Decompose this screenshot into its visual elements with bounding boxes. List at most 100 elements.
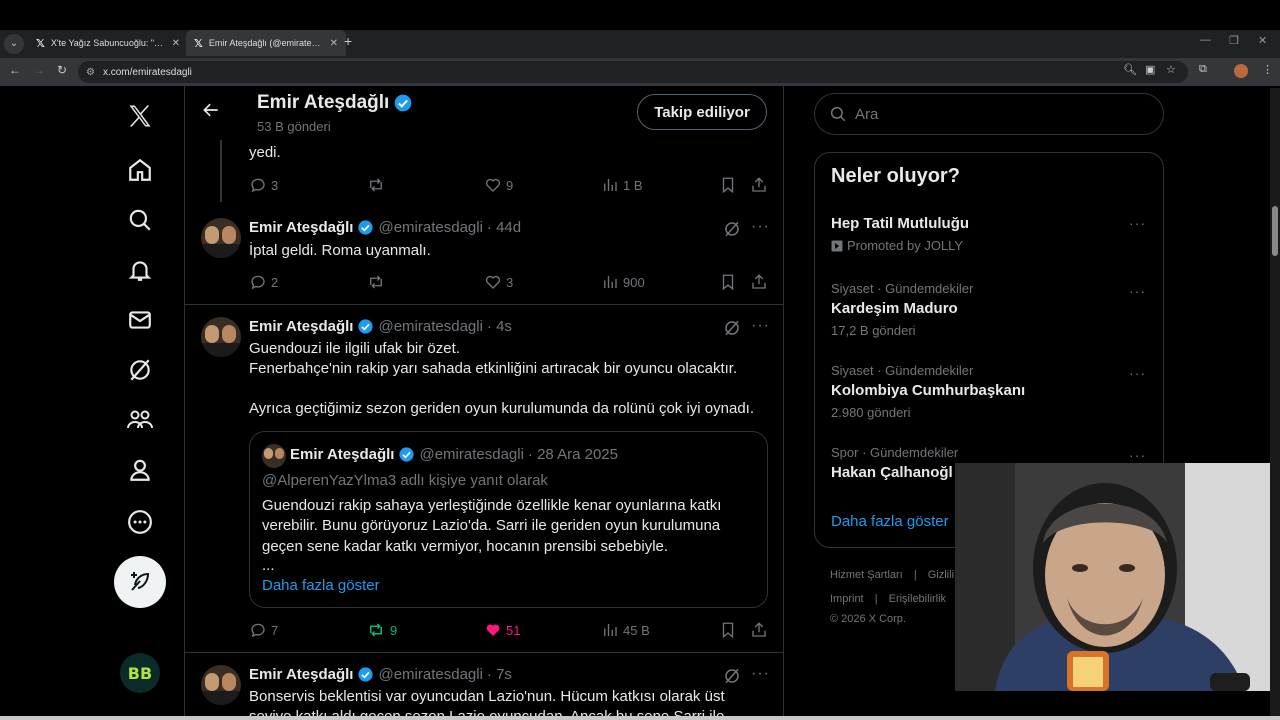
address-bar[interactable]: ⚙ x.com/emiratesdagli xyxy=(78,61,1188,83)
close-window-button[interactable]: ✕ xyxy=(1258,34,1267,47)
more-options-icon[interactable] xyxy=(118,500,162,544)
user-handle[interactable]: @emiratesdagli xyxy=(378,666,482,683)
search-box[interactable] xyxy=(814,93,1164,135)
show-more-link[interactable]: Daha fazla göster xyxy=(262,576,380,596)
views-count: 900 xyxy=(623,274,645,290)
restore-button[interactable]: ❐ xyxy=(1229,34,1239,47)
retweet-button[interactable]: 9 xyxy=(366,621,397,639)
trend-context: Siyaset · Gündemdekiler xyxy=(831,281,974,296)
back-arrow-icon[interactable] xyxy=(201,100,221,125)
install-app-icon[interactable]: ▣ xyxy=(1145,63,1155,76)
reply-button[interactable]: 2 xyxy=(249,273,278,291)
trend-more-icon[interactable]: ··· xyxy=(1129,283,1146,299)
grok-icon[interactable] xyxy=(118,348,162,392)
trend-more-icon[interactable]: ··· xyxy=(1129,215,1146,231)
profile-icon[interactable] xyxy=(118,448,162,492)
views-button[interactable]: 1 B xyxy=(601,176,643,194)
user-handle[interactable]: @emiratesdagli xyxy=(378,219,482,236)
user-name[interactable]: Emir Ateşdağlı xyxy=(249,666,353,683)
user-handle[interactable]: @emiratesdagli xyxy=(378,318,482,335)
trend-item[interactable]: Siyaset · Gündemdekiler Kolombiya Cumhur… xyxy=(815,361,1163,441)
like-button[interactable]: 3 xyxy=(484,273,513,291)
tab-search-dropdown[interactable]: ⌄ xyxy=(4,34,24,54)
footer-link[interactable]: Imprint xyxy=(830,593,864,605)
reply-button[interactable]: 7 xyxy=(249,621,278,639)
bookmark-star-icon[interactable]: ☆ xyxy=(1166,63,1176,76)
views-button[interactable]: 900 xyxy=(601,273,645,291)
like-button[interactable]: 9 xyxy=(484,176,513,194)
close-tab-icon[interactable]: ✕ xyxy=(172,38,180,49)
tweet[interactable]: Emir Ateşdağlı @emiratesdagli · 7s ··· B… xyxy=(185,653,783,720)
like-button[interactable]: 51 xyxy=(484,621,520,639)
compose-post-button[interactable] xyxy=(114,556,166,608)
footer-link[interactable]: Erişilebilirlik xyxy=(889,593,946,605)
footer-link[interactable]: Hizmet Şartları xyxy=(830,569,903,581)
avatar[interactable] xyxy=(201,665,241,705)
tweet[interactable]: Emir Ateşdağlı @emiratesdagli · 44d ··· … xyxy=(185,206,783,304)
tweet-time[interactable]: · 44d xyxy=(487,219,521,236)
grok-explain-icon[interactable] xyxy=(723,667,741,690)
quoted-tweet[interactable]: Emir Ateşdağlı @emiratesdagli · 28 Ara 2… xyxy=(249,431,768,608)
bookmark-button[interactable] xyxy=(719,176,737,194)
user-name[interactable]: Emir Ateşdağlı xyxy=(249,318,353,335)
avatar[interactable] xyxy=(201,317,241,357)
avatar[interactable] xyxy=(201,218,241,258)
retweet-button[interactable] xyxy=(366,273,386,291)
tweet-time[interactable]: · 4s xyxy=(487,318,512,335)
views-chart-icon xyxy=(604,624,617,636)
home-icon[interactable] xyxy=(118,148,162,192)
x-home-logo-icon[interactable] xyxy=(118,94,162,138)
site-info-icon[interactable]: ⚙ xyxy=(86,67,95,78)
browser-tab[interactable]: 𝕏 X'te Yağız Sabuncuoğlu: "ÖZEL | ✕ xyxy=(28,30,188,56)
quote-text-line: geçen sene kadar katkı vermiyor, hocanın… xyxy=(262,538,669,555)
following-button[interactable]: Takip ediliyor xyxy=(637,94,767,130)
messages-mail-icon[interactable] xyxy=(118,298,162,342)
trend-more-icon[interactable]: ··· xyxy=(1129,365,1146,381)
webcam-person-image xyxy=(955,463,1280,691)
promoted-icon xyxy=(831,240,843,251)
tweet-time[interactable]: · 7s xyxy=(487,666,512,683)
bookmark-button[interactable] xyxy=(719,621,737,639)
grok-explain-icon[interactable] xyxy=(723,319,741,342)
share-button[interactable] xyxy=(750,273,768,291)
more-icon[interactable]: ··· xyxy=(751,665,770,683)
grok-explain-icon[interactable] xyxy=(723,220,741,243)
reply-button[interactable]: 3 xyxy=(249,176,278,194)
zoom-icon[interactable]: 🔍︎ xyxy=(1123,63,1137,76)
trend-item[interactable]: Hep Tatil Mutluluğu Promoted by JOLLY ··… xyxy=(815,205,1163,285)
minimize-button[interactable]: — xyxy=(1200,34,1211,46)
trend-more-icon[interactable]: ··· xyxy=(1129,447,1146,463)
tab-title: X'te Yağız Sabuncuoğlu: "ÖZEL | xyxy=(50,38,166,48)
trend-item[interactable]: Siyaset · Gündemdekiler Kardeşim Maduro … xyxy=(815,279,1163,359)
reload-icon[interactable]: ↻ xyxy=(57,63,67,77)
share-button[interactable] xyxy=(750,621,768,639)
more-icon[interactable]: ··· xyxy=(751,218,770,236)
user-name: Emir Ateşdağlı xyxy=(290,446,395,463)
show-more-trends-link[interactable]: Daha fazla göster xyxy=(831,513,949,530)
scrollbar-thumb[interactable] xyxy=(1272,206,1278,256)
forward-nav-icon[interactable]: → xyxy=(33,63,45,77)
extensions-icon[interactable]: ⧉ xyxy=(1199,63,1207,76)
communities-icon[interactable] xyxy=(118,398,162,442)
user-name[interactable]: Emir Ateşdağlı xyxy=(249,219,353,236)
share-button[interactable] xyxy=(750,176,768,194)
close-tab-icon[interactable]: ✕ xyxy=(330,38,338,49)
page-scrollbar[interactable] xyxy=(1270,88,1280,720)
footer-link[interactable]: Gizlili xyxy=(928,569,954,581)
notifications-bell-icon[interactable] xyxy=(118,248,162,292)
profile-avatar[interactable] xyxy=(1234,64,1248,78)
account-avatar[interactable]: BB xyxy=(120,653,160,693)
trend-title: Hep Tatil Mutluluğu xyxy=(831,215,970,232)
explore-search-icon[interactable] xyxy=(118,198,162,242)
tweet-user-line: Emir Ateşdağlı @emiratesdagli · 7s xyxy=(249,666,512,683)
retweet-button[interactable] xyxy=(366,176,386,194)
heart-filled-icon xyxy=(486,624,500,636)
browser-tab-active[interactable]: 𝕏 Emir Ateşdağlı (@emiratesdagli) ✕ xyxy=(186,30,346,56)
more-icon[interactable]: ··· xyxy=(751,317,770,335)
views-button[interactable]: 45 B xyxy=(601,621,650,639)
back-nav-icon[interactable]: ← xyxy=(9,63,21,77)
new-tab-button[interactable]: + xyxy=(344,33,352,49)
bookmark-button[interactable] xyxy=(719,273,737,291)
menu-kebab-icon[interactable]: ⋮ xyxy=(1262,63,1273,76)
search-input[interactable] xyxy=(855,105,1135,123)
